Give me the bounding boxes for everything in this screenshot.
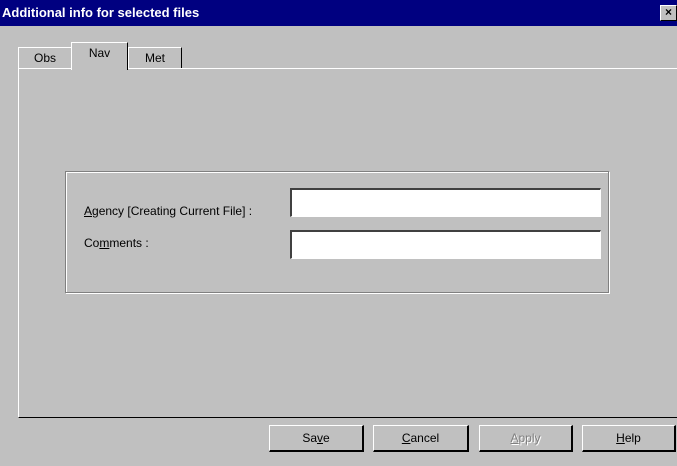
save-button[interactable]: Save xyxy=(269,425,364,452)
tab-obs[interactable]: Obs xyxy=(18,47,72,69)
tab-met[interactable]: Met xyxy=(128,47,182,69)
help-label-mnemonic: H xyxy=(616,431,625,445)
apply-label-post: pply xyxy=(518,431,541,445)
title-bar[interactable]: Additional info for selected files × xyxy=(0,0,677,26)
cancel-button[interactable]: Cancel xyxy=(373,425,469,452)
agency-label-mnemonic: A xyxy=(84,204,93,218)
agency-label-text: gency [Creating Current File] : xyxy=(92,204,253,218)
save-label-post: e xyxy=(323,431,330,445)
help-button[interactable]: Help xyxy=(582,425,676,452)
agency-field[interactable] xyxy=(290,188,601,217)
cancel-label-post: ancel xyxy=(410,431,440,445)
comments-label-mnemonic: m xyxy=(99,236,110,250)
apply-label-mnemonic: A xyxy=(510,431,519,445)
help-label-post: elp xyxy=(624,431,641,445)
window-title: Additional info for selected files xyxy=(2,5,200,20)
comments-label-pre: Co xyxy=(84,236,100,250)
comments-field[interactable] xyxy=(290,230,601,259)
save-label-pre: Sa xyxy=(302,431,317,445)
comments-label-text: ments : xyxy=(109,236,149,250)
close-icon: × xyxy=(664,5,672,19)
comments-label: Comments : xyxy=(84,236,149,250)
close-button[interactable]: × xyxy=(660,5,677,21)
agency-label: Agency [Creating Current File] : xyxy=(84,204,252,218)
apply-button[interactable]: Apply xyxy=(479,425,573,452)
tab-nav[interactable]: Nav xyxy=(71,42,128,70)
